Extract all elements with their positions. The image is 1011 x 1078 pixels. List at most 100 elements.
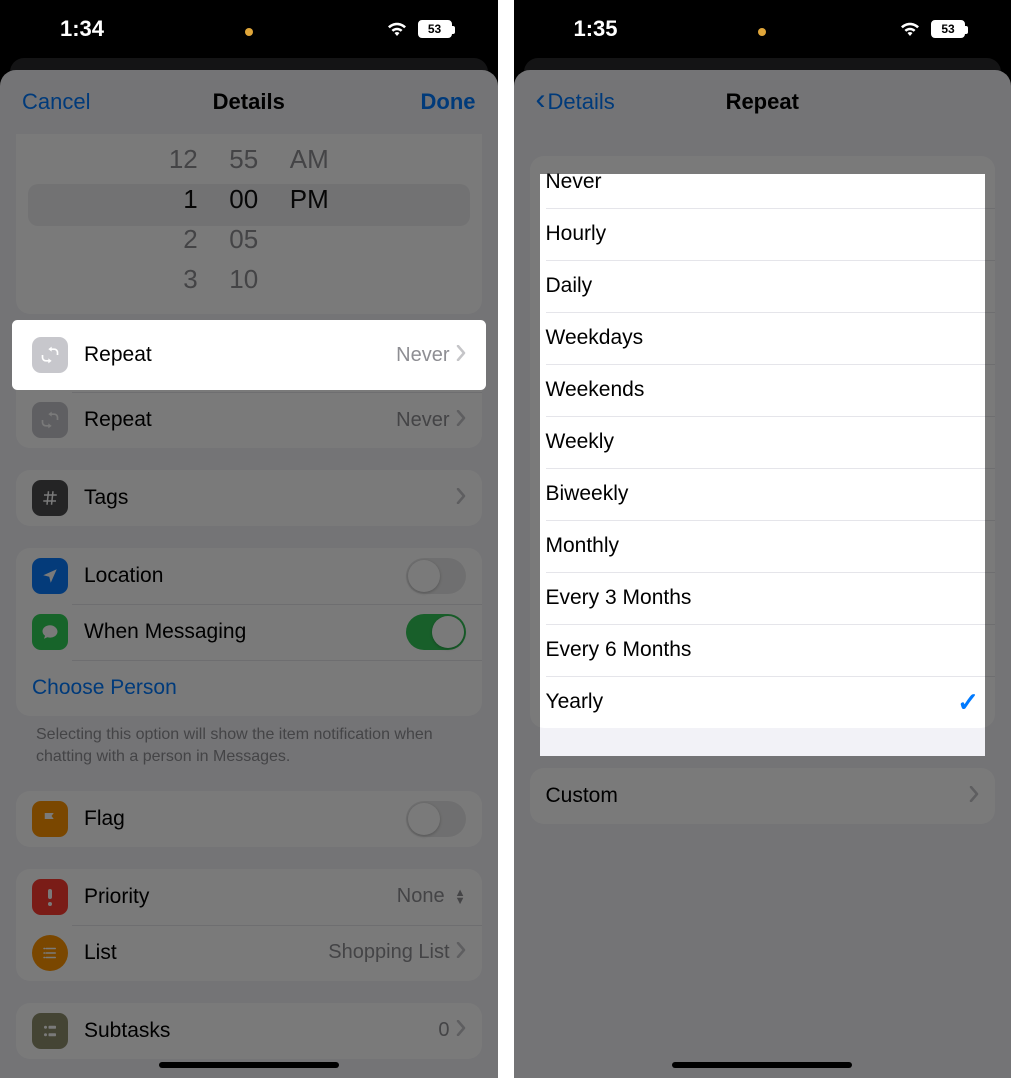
messaging-row[interactable]: When Messaging	[16, 604, 482, 660]
nav-bar: Cancel Details Done	[0, 70, 498, 134]
flag-icon	[32, 801, 68, 837]
chevron-right-icon	[456, 1020, 466, 1041]
clock: 1:34	[60, 16, 104, 42]
flag-switch[interactable]	[406, 801, 466, 837]
back-label: Details	[548, 89, 615, 115]
location-row[interactable]: Location	[16, 548, 482, 604]
repeat-icon	[32, 402, 68, 438]
subtasks-icon	[32, 1013, 68, 1049]
list-value: Shopping List	[328, 941, 449, 964]
flag-group: Flag	[16, 791, 482, 847]
wifi-icon	[386, 21, 408, 37]
location-label: Location	[84, 564, 406, 588]
priority-list-group: Priority None ▲▼ List Shopping List	[16, 869, 482, 981]
back-button[interactable]: ‹ Details	[536, 89, 615, 115]
flag-row[interactable]: Flag	[16, 791, 482, 847]
list-label: List	[84, 941, 328, 965]
done-button[interactable]: Done	[421, 89, 476, 115]
status-bar: 1:35 53	[514, 0, 1011, 58]
subtasks-group: Subtasks 0	[16, 1003, 482, 1059]
details-sheet: Cancel Details Done 12 1 2 3 55 00 05 10…	[0, 70, 498, 1078]
recording-dot-icon	[758, 28, 766, 36]
check-icon: ✓	[957, 687, 979, 718]
priority-value: None	[397, 885, 445, 908]
battery-icon: 53	[931, 20, 965, 38]
phone-details: 1:34 53 Cancel Details Done 12 1 2 3 55	[0, 0, 506, 1078]
repeat-option-monthly[interactable]: Monthly	[530, 520, 996, 572]
repeat-sheet: ‹ Details Repeat Never Hourly Daily Weekday…	[514, 70, 1011, 1078]
repeat-option-weekly[interactable]: Weekly	[530, 416, 996, 468]
repeat-option-hourly[interactable]: Hourly	[530, 208, 996, 260]
repeat-row[interactable]: Repeat Never	[16, 392, 482, 448]
option-label: Weekends	[546, 378, 980, 402]
repeat-value: Never	[396, 409, 449, 432]
repeat-label: Repeat	[84, 343, 396, 367]
repeat-option-weekends[interactable]: Weekends	[530, 364, 996, 416]
choose-person-link[interactable]: Choose Person	[32, 676, 466, 700]
wifi-icon	[899, 21, 921, 37]
home-indicator[interactable]	[159, 1062, 339, 1068]
repeat-label: Repeat	[84, 408, 396, 432]
status-bar: 1:34 53	[0, 0, 498, 58]
subtasks-row[interactable]: Subtasks 0	[16, 1003, 482, 1059]
nav-bar: ‹ Details Repeat	[514, 70, 1011, 134]
repeat-option-daily[interactable]: Daily	[530, 260, 996, 312]
chevron-right-icon	[969, 786, 979, 807]
minute-wheel[interactable]: 55 00 05 10	[224, 144, 264, 300]
recording-dot-icon	[245, 28, 253, 36]
chevron-right-icon	[456, 410, 466, 431]
ampm-wheel[interactable]: AM PM	[290, 144, 340, 300]
repeat-option-yearly[interactable]: Yearly✓	[530, 676, 996, 728]
option-label: Weekly	[546, 430, 980, 454]
option-label: Never	[546, 170, 980, 194]
location-icon	[32, 558, 68, 594]
option-label: Hourly	[546, 222, 980, 246]
tags-group: Tags	[16, 470, 482, 526]
option-label: Monthly	[546, 534, 980, 558]
list-row[interactable]: List Shopping List	[16, 925, 482, 981]
repeat-option-every-3-months[interactable]: Every 3 Months	[530, 572, 996, 624]
message-icon	[32, 614, 68, 650]
option-label: Biweekly	[546, 482, 980, 506]
chevron-right-icon	[456, 942, 466, 963]
priority-label: Priority	[84, 885, 397, 909]
hash-icon	[32, 480, 68, 516]
location-switch[interactable]	[406, 558, 466, 594]
chevron-right-icon	[456, 488, 466, 509]
option-label: Daily	[546, 274, 980, 298]
option-label: Yearly	[546, 690, 958, 714]
updown-icon: ▲▼	[455, 889, 466, 905]
cancel-button[interactable]: Cancel	[22, 89, 90, 115]
highlight-cutout: Repeat Never	[16, 324, 482, 386]
hour-wheel[interactable]: 12 1 2 3	[158, 144, 198, 300]
repeat-option-never[interactable]: Never	[530, 156, 996, 208]
time-picker[interactable]: 12 1 2 3 55 00 05 10 AM PM	[16, 134, 482, 314]
choose-person-row[interactable]: Choose Person	[16, 660, 482, 716]
clock: 1:35	[574, 16, 618, 42]
priority-row[interactable]: Priority None ▲▼	[16, 869, 482, 925]
messaging-note: Selecting this option will show the item…	[16, 716, 482, 769]
custom-group: Custom	[530, 768, 996, 824]
tags-row[interactable]: Tags	[16, 470, 482, 526]
repeat-option-weekdays[interactable]: Weekdays	[530, 312, 996, 364]
list-icon	[32, 935, 68, 971]
repeat-option-biweekly[interactable]: Biweekly	[530, 468, 996, 520]
home-indicator[interactable]	[672, 1062, 852, 1068]
subtasks-value: 0	[438, 1019, 449, 1042]
custom-row[interactable]: Custom	[530, 768, 996, 824]
messaging-switch[interactable]	[406, 614, 466, 650]
phone-repeat: 1:35 53 ‹ Details Repeat Never Hourly Dail…	[506, 0, 1011, 1078]
option-label: Weekdays	[546, 326, 980, 350]
option-label: Every 3 Months	[546, 586, 980, 610]
repeat-option-every-6-months[interactable]: Every 6 Months	[530, 624, 996, 676]
messaging-label: When Messaging	[84, 620, 406, 644]
battery-icon: 53	[418, 20, 452, 38]
priority-icon	[32, 879, 68, 915]
subtasks-label: Subtasks	[84, 1019, 438, 1043]
option-label: Every 6 Months	[546, 638, 980, 662]
tags-label: Tags	[84, 486, 456, 510]
repeat-icon	[32, 337, 68, 373]
chevron-right-icon	[456, 345, 466, 366]
repeat-value: Never	[396, 344, 449, 367]
custom-label: Custom	[546, 784, 970, 808]
